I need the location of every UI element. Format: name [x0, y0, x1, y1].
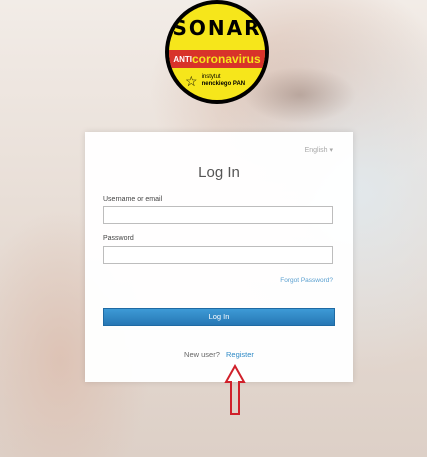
- new-user-text: New user?: [184, 350, 220, 359]
- logo-sub-line1: instytut: [201, 74, 221, 81]
- forgot-password-link[interactable]: Forgot Password?: [280, 277, 333, 284]
- username-label: Username or email: [103, 196, 163, 203]
- logo-strip: ANTI coronavirus: [169, 50, 265, 68]
- logo-institute: ☆ instytut nenckiego PAN: [185, 74, 245, 88]
- up-arrow-icon: [224, 364, 246, 415]
- login-card: English ▾ Log In Username or email Passw…: [85, 132, 353, 382]
- logo-strip-main: coronavirus: [191, 52, 261, 66]
- star-icon: ☆: [185, 73, 198, 89]
- page-title: Log In: [198, 164, 240, 181]
- language-select[interactable]: English ▾: [305, 146, 333, 154]
- sonar-logo: SONAR ANTI coronavirus ☆ instytut nencki…: [165, 0, 269, 104]
- logo-sub-line2: nenckiego PAN: [201, 81, 246, 87]
- register-link[interactable]: Register: [226, 350, 254, 359]
- logo-title: SONAR: [172, 16, 262, 40]
- new-user-row: New user? Register: [85, 350, 353, 359]
- password-input[interactable]: [103, 246, 333, 264]
- login-button[interactable]: Log In: [103, 308, 335, 326]
- logo-strip-prefix: ANTI: [173, 54, 192, 64]
- password-label: Password: [103, 235, 134, 242]
- username-input[interactable]: [103, 206, 333, 224]
